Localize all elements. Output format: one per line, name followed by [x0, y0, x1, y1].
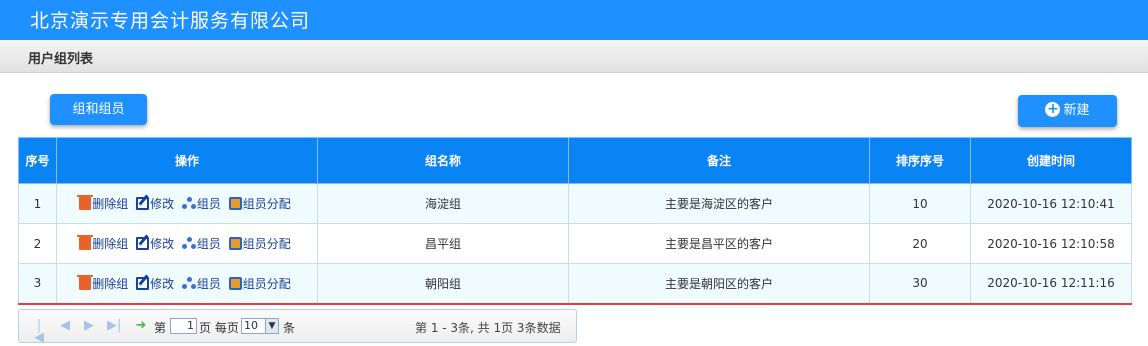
row-index: 3 — [18, 263, 57, 305]
delete-group-link[interactable]: 删除组 — [77, 274, 128, 292]
delete-group-link[interactable]: 删除组 — [77, 235, 128, 252]
pagination-info: 第 1 - 3条, 共 1页 3条数据 — [415, 321, 561, 335]
app-header: 北京演示专用会计服务有限公司 — [0, 0, 1148, 40]
members-link[interactable]: 组员 — [181, 235, 221, 252]
trash-icon — [77, 195, 94, 210]
members-icon — [181, 276, 196, 290]
assign-members-link[interactable]: 组员分配 — [228, 195, 291, 212]
column-header-remark[interactable]: 备注 — [568, 137, 870, 184]
delete-group-link[interactable]: 删除组 — [77, 195, 128, 212]
refresh-icon[interactable]: ➜ — [134, 319, 148, 332]
table-row: 3 删除组 修改 组员 组员分配 朝阳组 主要是朝阳区的客户 30 2020-1… — [18, 263, 1132, 305]
row-created-time: 2020-10-16 12:10:41 — [970, 183, 1132, 224]
page-size-suffix-label: 条 — [283, 321, 296, 335]
table-row: 2 删除组 修改 组员 组员分配 昌平组 主要是昌平区的客户 20 2020-1… — [18, 223, 1132, 264]
page-size-value: 10 — [244, 319, 258, 332]
trash-icon — [77, 274, 94, 290]
edit-link[interactable]: 修改 — [136, 235, 174, 252]
row-sort-order: 20 — [869, 223, 971, 264]
page-number-input[interactable]: 1 — [170, 318, 197, 334]
assign-members-link[interactable]: 组员分配 — [228, 275, 291, 292]
row-sort-order: 30 — [869, 263, 971, 305]
column-header-group-name[interactable]: 组名称 — [317, 137, 569, 184]
new-button[interactable]: + 新建 — [1018, 95, 1117, 127]
pagination-bar: |◀ ◀ ▶ ▶| ➜ 第 1 页 每页 10 ▼ 条 第 1 - 3条, 共 1… — [18, 309, 577, 344]
row-actions: 删除组 修改 组员 组员分配 — [56, 183, 318, 224]
group-table: 序号 操作 组名称 备注 排序序号 创建时间 1 删除组 修改 组员 组员分配 … — [18, 137, 1132, 305]
row-actions: 删除组 修改 组员 组员分配 — [56, 263, 318, 305]
assign-user-icon — [228, 276, 242, 290]
assign-user-icon — [228, 237, 242, 250]
page-title: 用户组列表 — [28, 52, 94, 67]
next-page-icon[interactable]: ▶ — [82, 319, 96, 332]
group-and-members-button[interactable]: 组和组员 — [50, 94, 147, 125]
edit-icon — [136, 197, 150, 210]
app-title: 北京演示专用会计服务有限公司 — [30, 10, 311, 32]
table-header-row: 序号 操作 组名称 备注 排序序号 创建时间 — [18, 137, 1132, 184]
edit-link[interactable]: 修改 — [136, 275, 174, 292]
page-size-select[interactable]: 10 ▼ — [241, 318, 279, 334]
row-group-name: 海淀组 — [317, 183, 569, 224]
assign-user-icon — [228, 197, 242, 210]
last-page-icon[interactable]: ▶| — [107, 319, 121, 332]
row-sort-order: 10 — [869, 183, 971, 224]
edit-icon — [136, 237, 150, 250]
chevron-down-icon: ▼ — [265, 319, 278, 333]
members-icon — [181, 197, 196, 210]
members-link[interactable]: 组员 — [181, 275, 221, 292]
edit-link[interactable]: 修改 — [136, 195, 174, 212]
plus-circle-icon: + — [1045, 101, 1061, 117]
members-link[interactable]: 组员 — [181, 195, 221, 212]
column-header-index[interactable]: 序号 — [18, 137, 57, 184]
trash-icon — [77, 235, 94, 250]
breadcrumb: 用户组列表 — [0, 40, 1148, 73]
new-button-label: 新建 — [1063, 103, 1090, 118]
prev-page-icon[interactable]: ◀ — [58, 319, 72, 332]
row-remark: 主要是海淀区的客户 — [568, 183, 870, 224]
row-group-name: 昌平组 — [317, 223, 569, 264]
column-header-sort-order[interactable]: 排序序号 — [869, 137, 971, 184]
members-icon — [181, 237, 196, 250]
row-remark: 主要是昌平区的客户 — [568, 223, 870, 264]
row-group-name: 朝阳组 — [317, 263, 569, 305]
column-header-actions[interactable]: 操作 — [56, 137, 318, 184]
assign-members-link[interactable]: 组员分配 — [228, 235, 291, 252]
column-header-created-time[interactable]: 创建时间 — [970, 137, 1132, 184]
first-page-icon[interactable]: |◀ — [32, 319, 46, 344]
row-created-time: 2020-10-16 12:10:58 — [970, 223, 1132, 264]
table-row: 1 删除组 修改 组员 组员分配 海淀组 主要是海淀区的客户 10 2020-1… — [18, 183, 1132, 224]
row-created-time: 2020-10-16 12:11:16 — [970, 263, 1132, 305]
row-remark: 主要是朝阳区的客户 — [568, 263, 870, 305]
edit-icon — [136, 276, 150, 290]
page-suffix-label: 页 每页 — [199, 321, 239, 335]
page-prefix-label: 第 — [154, 321, 167, 335]
row-actions: 删除组 修改 组员 组员分配 — [56, 223, 318, 264]
row-index: 2 — [18, 223, 57, 264]
row-index: 1 — [18, 183, 57, 224]
